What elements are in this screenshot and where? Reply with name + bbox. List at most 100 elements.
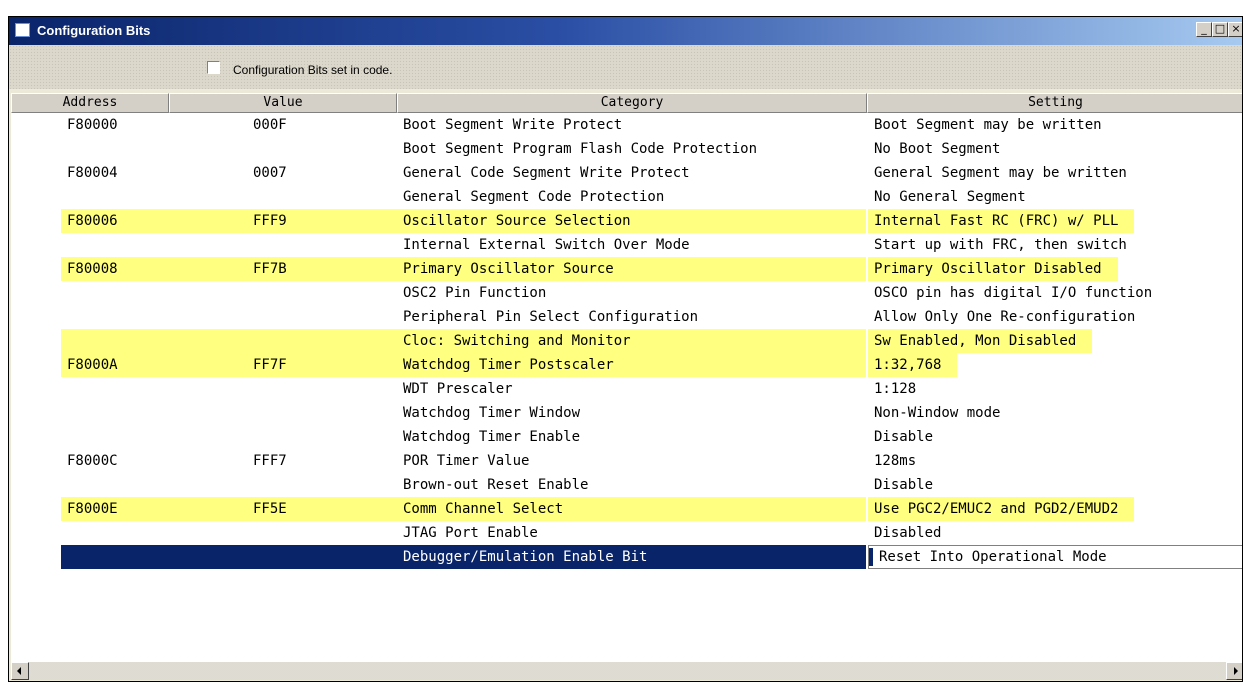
table-row[interactable]: F80008 FF7B Primary Oscillator Source Prima… xyxy=(11,257,1242,281)
setting-cell: Disabled xyxy=(874,525,942,541)
horizontal-scrollbar[interactable] xyxy=(11,662,1242,680)
value-cell xyxy=(241,521,401,545)
table-row[interactable]: F80000 000F Boot Segment Write Protect Boot… xyxy=(11,113,1242,137)
category-cell: OSC2 Pin Function xyxy=(403,285,547,301)
value-cell xyxy=(241,281,401,305)
category-cell: Comm Channel Select xyxy=(401,497,866,521)
arrow-left-icon xyxy=(17,667,21,675)
category-cell: Boot Segment Write Protect xyxy=(403,117,623,133)
category-cell: Oscillator Source Selection xyxy=(401,209,866,233)
value-cell xyxy=(241,305,401,329)
value-cell: FF7F xyxy=(221,353,401,377)
text-caret xyxy=(869,548,873,566)
column-header-address[interactable]: Address xyxy=(11,93,169,113)
value-cell: 0007 xyxy=(253,165,287,181)
value-cell xyxy=(241,377,401,401)
category-cell: Watchdog Timer Postscaler xyxy=(401,353,866,377)
table-row[interactable]: Boot Segment Program Flash Code Protecti… xyxy=(11,137,1242,161)
setting-cell: Allow Only One Re-configuration xyxy=(874,309,1136,325)
table-row[interactable]: Watchdog Timer Window Non-Window mode xyxy=(11,401,1242,425)
value-cell: 000F xyxy=(253,117,287,133)
category-cell: POR Timer Value xyxy=(403,453,530,469)
address-cell xyxy=(61,473,221,497)
table-row[interactable]: OSC2 Pin Function OSCO pin has digital I/… xyxy=(11,281,1242,305)
setting-dropdown[interactable]: Reset Into Operational Mode xyxy=(868,545,1242,569)
table-row[interactable]: Cloc: Switching and Monitor Sw Enabled, M… xyxy=(11,329,1242,353)
category-cell: WDT Prescaler xyxy=(403,381,513,397)
table-row[interactable]: Watchdog Timer Enable Disable xyxy=(11,425,1242,449)
column-header-setting[interactable]: Setting xyxy=(867,93,1242,113)
category-cell: Primary Oscillator Source xyxy=(401,257,866,281)
address-cell xyxy=(61,137,221,161)
setting-cell: Disable xyxy=(874,429,934,445)
table-row[interactable]: JTAG Port Enable Disabled xyxy=(11,521,1242,545)
table-row[interactable]: F8000E FF5E Comm Channel Select Use PGC2/EM… xyxy=(11,497,1242,521)
column-header-category[interactable]: Category xyxy=(397,93,867,113)
config-bits-grid: F80000 000F Boot Segment Write Protect Boot… xyxy=(11,113,1242,662)
setting-cell: Primary Oscillator Disabled xyxy=(868,257,1118,281)
close-button[interactable]: × xyxy=(1228,22,1242,37)
address-cell xyxy=(61,281,221,305)
minimize-button[interactable]: _ xyxy=(1196,22,1212,37)
value-cell: FF5E xyxy=(221,497,401,521)
table-row[interactable]: F80006 FFF9 Oscillator Source Selection Int… xyxy=(11,209,1242,233)
setting-cell: Boot Segment may be written xyxy=(874,117,1102,133)
setting-cell: No General Segment xyxy=(874,189,1026,205)
value-cell: FFF9 xyxy=(221,209,401,233)
category-cell: General Code Segment Write Protect xyxy=(403,165,690,181)
column-header-value[interactable]: Value xyxy=(169,93,397,113)
setting-cell: Reset Into Operational Mode xyxy=(879,549,1107,565)
address-cell: F80004 xyxy=(67,165,118,181)
value-cell xyxy=(241,473,401,497)
category-cell: JTAG Port Enable xyxy=(403,525,538,541)
setting-cell: Non-Window mode xyxy=(874,405,1001,421)
address-cell xyxy=(61,377,221,401)
address-cell: F8000C xyxy=(67,453,118,469)
table-row[interactable]: Brown-out Reset Enable Disable xyxy=(11,473,1242,497)
setting-cell: Sw Enabled, Mon Disabled xyxy=(868,329,1093,353)
setting-cell: Use PGC2/EMUC2 and PGD2/EMUD2 xyxy=(868,497,1135,521)
window-title: Configuration Bits xyxy=(37,23,151,38)
table-row[interactable]: General Segment Code Protection No Genera… xyxy=(11,185,1242,209)
scroll-right-button[interactable] xyxy=(1226,662,1242,680)
value-cell xyxy=(241,185,401,209)
title-bar[interactable]: Configuration Bits _ □ × xyxy=(9,17,1242,45)
window-icon xyxy=(15,23,30,37)
table-row[interactable]: F8000A FF7F Watchdog Timer Postscaler 1:32,… xyxy=(11,353,1242,377)
value-cell xyxy=(221,329,401,353)
category-cell: General Segment Code Protection xyxy=(403,189,665,205)
address-cell: F80000 xyxy=(67,117,118,133)
configuration-bits-window: Configuration Bits _ □ × Configuration B… xyxy=(8,16,1243,682)
category-cell: Watchdog Timer Enable xyxy=(403,429,581,445)
address-cell: F80006 xyxy=(61,209,221,233)
setting-cell: General Segment may be written xyxy=(874,165,1127,181)
address-cell xyxy=(61,545,221,569)
address-cell xyxy=(61,425,221,449)
setting-cell: 128ms xyxy=(874,453,917,469)
table-row[interactable]: Peripheral Pin Select Configuration Allow… xyxy=(11,305,1242,329)
setting-cell: Start up with FRC, then switch xyxy=(874,237,1127,253)
setting-cell: Disable xyxy=(874,477,934,493)
address-cell: F8000E xyxy=(61,497,221,521)
value-cell xyxy=(241,425,401,449)
address-cell xyxy=(61,305,221,329)
category-cell: Internal External Switch Over Mode xyxy=(403,237,690,253)
setting-cell: 1:32,768 xyxy=(868,353,958,377)
address-cell xyxy=(61,401,221,425)
category-cell: Boot Segment Program Flash Code Protecti… xyxy=(403,141,758,157)
table-row[interactable]: F8000C FFF7 POR Timer Value 128ms xyxy=(11,449,1242,473)
category-cell: Cloc: Switching and Monitor xyxy=(401,329,866,353)
table-row[interactable]: Debugger/Emulation Enable Bit Reset Into … xyxy=(11,545,1242,569)
scroll-track[interactable] xyxy=(29,662,1226,680)
value-cell: FF7B xyxy=(221,257,401,281)
table-row[interactable]: Internal External Switch Over Mode Start … xyxy=(11,233,1242,257)
toolbar xyxy=(9,45,1242,89)
maximize-button[interactable]: □ xyxy=(1212,22,1228,37)
column-headers: Address Value Category Setting xyxy=(11,93,1242,113)
config-bits-in-code-checkbox[interactable] xyxy=(207,61,220,74)
table-row[interactable]: F80004 0007 General Code Segment Write Pro… xyxy=(11,161,1242,185)
table-row[interactable]: WDT Prescaler 1:128 xyxy=(11,377,1242,401)
scroll-left-button[interactable] xyxy=(11,662,29,680)
setting-cell: OSCO pin has digital I/O function xyxy=(874,285,1153,301)
category-cell: Watchdog Timer Window xyxy=(403,405,581,421)
